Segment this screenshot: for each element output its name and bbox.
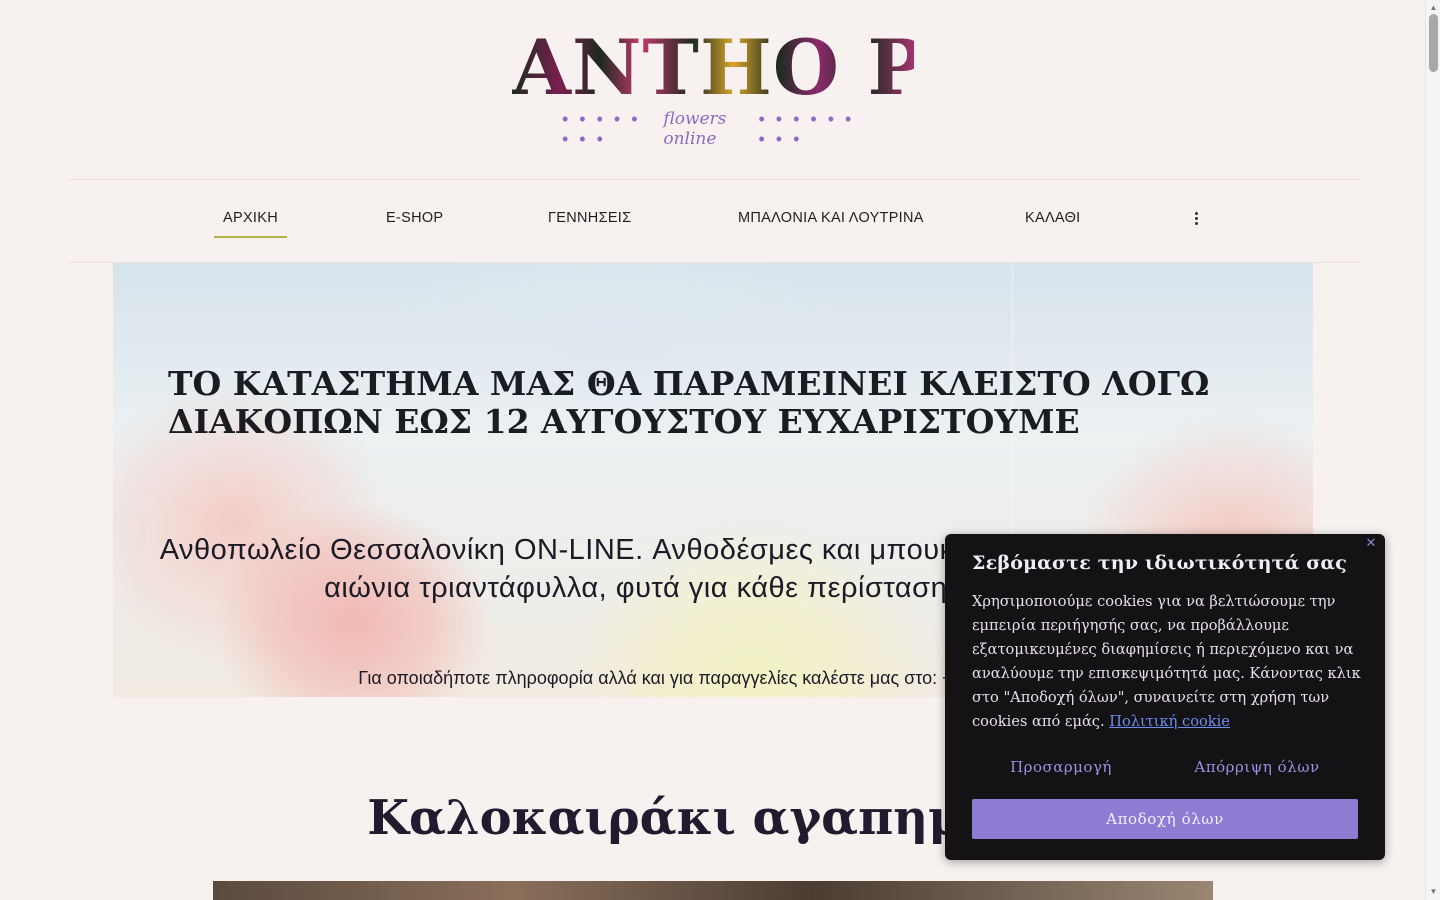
main-navigation: ΑΡΧΙΚΗ E-SHOP ΓΕΝΝΗΣΕΙΣ ΜΠΑΛΟΝΙΑ ΚΑΙ ΛΟΥ… <box>0 180 1425 262</box>
cookie-policy-link[interactable]: Πολιτική cookie <box>1109 713 1230 730</box>
more-vertical-icon[interactable] <box>1188 210 1204 232</box>
page: ANTHO POLIS • • • • • • • • flowers onli… <box>0 0 1425 900</box>
cookie-banner: ✕ Σεβόμαστε την ιδιωτικότητά σας Χρησιμο… <box>945 534 1385 860</box>
cookie-reject-button[interactable]: Απόρριψη όλων <box>1177 758 1337 782</box>
cookie-text: Χρησιμοποιούμε cookies για να βελτιώσουμ… <box>972 590 1364 734</box>
site-logo[interactable]: ANTHO POLIS • • • • • • • • flowers onli… <box>512 22 1140 152</box>
close-icon[interactable]: ✕ <box>1364 537 1378 551</box>
cookie-customize-button[interactable]: Προσαρμογή <box>983 758 1139 782</box>
nav-item-births[interactable]: ΓΕΝΝΗΣΕΙΣ <box>548 210 631 234</box>
logo-dots-left: • • • • • • • • <box>562 109 641 149</box>
nav-item-cart[interactable]: ΚΑΛΑΘΙ <box>1025 210 1081 234</box>
logo-tagline: • • • • • • • • flowers online • • • • •… <box>562 109 862 149</box>
cookie-accept-button[interactable]: Αποδοχή όλων <box>972 799 1358 839</box>
nav-item-balloons[interactable]: ΜΠΑΛΟΝΙΑ ΚΑΙ ΛΟΥΤΡΙΝΑ <box>738 210 924 234</box>
logo-subtitle: flowers online <box>663 109 727 149</box>
cookie-title: Σεβόμαστε την ιδιωτικότητά σας <box>972 552 1348 574</box>
section-image <box>213 881 1213 900</box>
cookie-body: Χρησιμοποιούμε cookies για να βελτιώσουμ… <box>972 593 1361 730</box>
scrollbar-thumb[interactable] <box>1429 14 1438 72</box>
scroll-down-arrow-icon[interactable]: ▼ <box>1429 887 1438 897</box>
nav-item-home[interactable]: ΑΡΧΙΚΗ <box>214 210 287 238</box>
logo-dots-right: • • • • • • • • • <box>758 109 855 149</box>
vertical-scrollbar[interactable]: ▲ ▼ <box>1425 0 1440 900</box>
logo-wordmark: ANTHO POLIS <box>512 23 1140 112</box>
scroll-up-arrow-icon[interactable]: ▲ <box>1429 3 1438 13</box>
nav-item-eshop[interactable]: E-SHOP <box>386 210 443 234</box>
hero-title: ΤΟ ΚΑΤΑΣΤΗΜΑ ΜΑΣ ΘΑ ΠΑΡΑΜΕΙΝΕΙ ΚΛΕΙΣΤΟ Λ… <box>168 364 1210 441</box>
